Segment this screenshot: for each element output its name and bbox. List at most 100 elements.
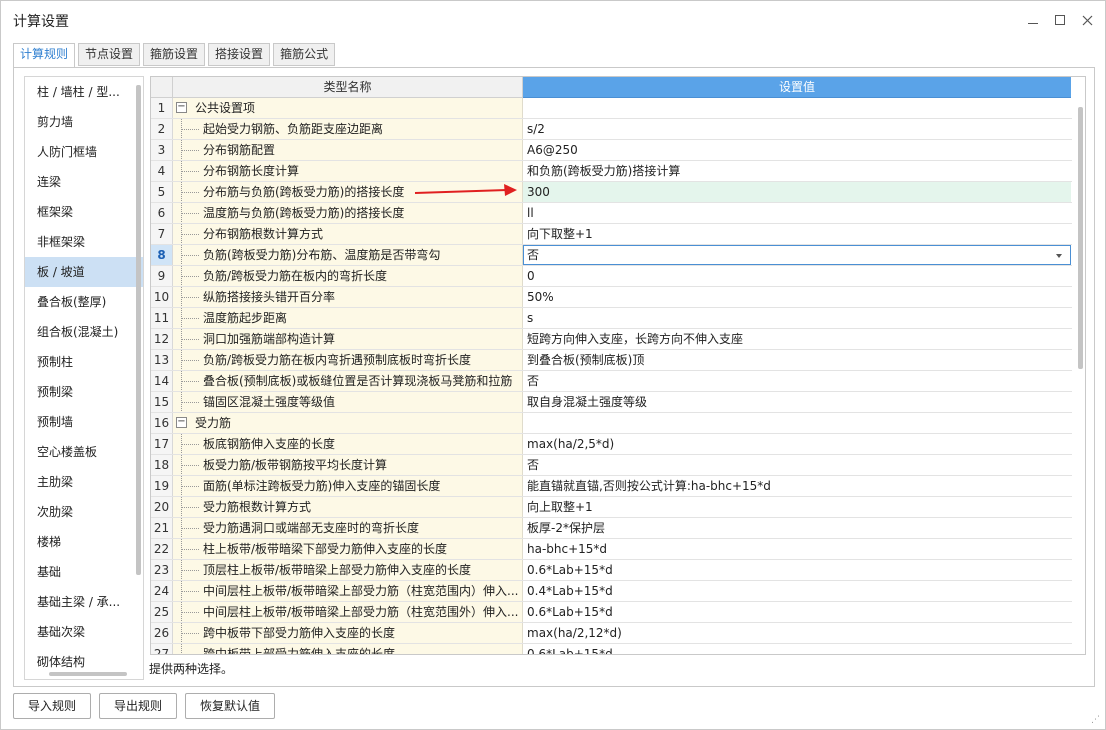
- setting-value-cell[interactable]: 否: [523, 455, 1071, 475]
- table-row[interactable]: 18 板受力筋/板带钢筋按平均长度计算 否: [151, 455, 1072, 476]
- setting-value-cell[interactable]: max(ha/2,12*d): [523, 623, 1071, 643]
- setting-value-cell[interactable]: 0.6*Lab+15*d: [523, 644, 1071, 654]
- sidebar-item[interactable]: 人防门框墙: [25, 137, 143, 167]
- setting-name-text: 跨中板带下部受力筋伸入支座的长度: [203, 626, 396, 640]
- table-row[interactable]: 24 中间层柱上板带/板带暗梁上部受力筋（柱宽范围内）伸入... 0.4*Lab+1…: [151, 581, 1072, 602]
- sidebar-item[interactable]: 空心楼盖板: [25, 437, 143, 467]
- sidebar-item[interactable]: 剪力墙: [25, 107, 143, 137]
- setting-value-cell[interactable]: 0.6*Lab+15*d: [523, 602, 1071, 622]
- import-rules-button[interactable]: 导入规则: [13, 693, 92, 719]
- maximize-button[interactable]: [1050, 10, 1070, 30]
- sidebar-item[interactable]: 基础次梁: [25, 617, 143, 647]
- setting-name-cell: 负筋(跨板受力筋)分布筋、温度筋是否带弯勾: [173, 245, 523, 265]
- sidebar-item[interactable]: 基础主梁 / 承...: [25, 587, 143, 617]
- setting-value-cell[interactable]: 和负筋(跨板受力筋)搭接计算: [523, 161, 1071, 181]
- sidebar-item[interactable]: 基础: [25, 557, 143, 587]
- sidebar-item[interactable]: 叠合板(整厚): [25, 287, 143, 317]
- setting-value-cell[interactable]: 0.4*Lab+15*d: [523, 581, 1071, 601]
- collapse-icon[interactable]: −: [176, 102, 187, 113]
- table-row[interactable]: 16− 受力筋: [151, 413, 1072, 434]
- setting-value-cell[interactable]: 0.6*Lab+15*d: [523, 560, 1071, 580]
- tree-line: [181, 507, 199, 508]
- setting-value-cell[interactable]: [523, 413, 1071, 433]
- collapse-icon[interactable]: −: [176, 417, 187, 428]
- sidebar-item[interactable]: 次肋梁: [25, 497, 143, 527]
- setting-value-cell[interactable]: ha-bhc+15*d: [523, 539, 1071, 559]
- setting-value-cell[interactable]: 板厚-2*保护层: [523, 518, 1071, 538]
- setting-value-cell[interactable]: max(ha/2,5*d): [523, 434, 1071, 454]
- setting-value-dropdown[interactable]: 否: [523, 245, 1071, 265]
- restore-defaults-button[interactable]: 恢复默认值: [185, 693, 276, 719]
- minimize-button[interactable]: [1023, 10, 1043, 30]
- sidebar-item[interactable]: 预制柱: [25, 347, 143, 377]
- sidebar-item[interactable]: 框架梁: [25, 197, 143, 227]
- table-row[interactable]: 25 中间层柱上板带/板带暗梁上部受力筋（柱宽范围外）伸入... 0.6*Lab+1…: [151, 602, 1072, 623]
- setting-name-text: 板受力筋/板带钢筋按平均长度计算: [203, 458, 388, 472]
- setting-value-cell[interactable]: 向下取整+1: [523, 224, 1071, 244]
- sidebar-item[interactable]: 柱 / 墙柱 / 型...: [25, 77, 143, 107]
- table-row[interactable]: 12 洞口加强筋端部构造计算 短跨方向伸入支座，长跨方向不伸入支座: [151, 329, 1072, 350]
- tab-lap-settings[interactable]: 搭接设置: [208, 43, 271, 66]
- close-button[interactable]: [1077, 10, 1097, 30]
- table-row[interactable]: 6 温度筋与负筋(跨板受力筋)的搭接长度 ll: [151, 203, 1072, 224]
- setting-value-cell[interactable]: 50%: [523, 287, 1071, 307]
- table-row[interactable]: 11 温度筋起步距离 s: [151, 308, 1072, 329]
- table-row[interactable]: 5 分布筋与负筋(跨板受力筋)的搭接长度 300: [151, 182, 1072, 203]
- table-row[interactable]: 22 柱上板带/板带暗梁下部受力筋伸入支座的长度 ha-bhc+15*d: [151, 539, 1072, 560]
- table-row[interactable]: 17 板底钢筋伸入支座的长度 max(ha/2,5*d): [151, 434, 1072, 455]
- tab-calc-rules[interactable]: 计算规则: [13, 43, 76, 68]
- setting-value-cell[interactable]: 能直锚就直锚,否则按公式计算:ha-bhc+15*d: [523, 476, 1071, 496]
- setting-value-cell[interactable]: 0: [523, 266, 1071, 286]
- sidebar-item[interactable]: 非框架梁: [25, 227, 143, 257]
- setting-value-cell[interactable]: 到叠合板(预制底板)顶: [523, 350, 1071, 370]
- tab-stirrup-settings[interactable]: 箍筋设置: [143, 43, 206, 66]
- sidebar-horizontal-scrollbar[interactable]: [49, 672, 127, 676]
- table-row[interactable]: 19 面筋(单标注跨板受力筋)伸入支座的锚固长度 能直锚就直锚,否则按公式计算:ha…: [151, 476, 1072, 497]
- chevron-down-icon[interactable]: [1056, 254, 1062, 258]
- sidebar-item[interactable]: 楼梯: [25, 527, 143, 557]
- setting-value-cell[interactable]: ll: [523, 203, 1071, 223]
- table-row[interactable]: 23 顶层柱上板带/板带暗梁上部受力筋伸入支座的长度 0.6*Lab+15*d: [151, 560, 1072, 581]
- setting-value-cell[interactable]: A6@250: [523, 140, 1071, 160]
- row-number: 16: [151, 413, 173, 433]
- sidebar-item[interactable]: 预制墙: [25, 407, 143, 437]
- grid-vertical-scrollbar[interactable]: [1078, 107, 1083, 369]
- export-rules-button[interactable]: 导出规则: [99, 693, 178, 719]
- setting-value-cell[interactable]: s: [523, 308, 1071, 328]
- tab-stirrup-formula[interactable]: 箍筋公式: [273, 43, 336, 66]
- table-row[interactable]: 1− 公共设置项: [151, 98, 1072, 119]
- setting-value-text: 0.4*Lab+15*d: [527, 584, 613, 598]
- tree-line: [181, 591, 199, 592]
- sidebar-vertical-scrollbar[interactable]: [136, 85, 141, 575]
- row-number: 8: [151, 245, 173, 265]
- table-row[interactable]: 14 叠合板(预制底板)或板缝位置是否计算现浇板马凳筋和拉筋否: [151, 371, 1072, 392]
- setting-value-cell[interactable]: 否: [523, 371, 1071, 391]
- setting-value-cell[interactable]: 向上取整+1: [523, 497, 1071, 517]
- sidebar-item[interactable]: 组合板(混凝土): [25, 317, 143, 347]
- table-row[interactable]: 4 分布钢筋长度计算 和负筋(跨板受力筋)搭接计算: [151, 161, 1072, 182]
- table-row[interactable]: 10 纵筋搭接接头错开百分率 50%: [151, 287, 1072, 308]
- row-number: 1: [151, 98, 173, 118]
- table-row[interactable]: 27 跨中板带上部受力筋伸入支座的长度 0.6*Lab+15*d: [151, 644, 1072, 654]
- table-row[interactable]: 15 锚固区混凝土强度等级值 取自身混凝土强度等级: [151, 392, 1072, 413]
- table-row[interactable]: 3 分布钢筋配置 A6@250: [151, 140, 1072, 161]
- table-row[interactable]: 8 负筋(跨板受力筋)分布筋、温度筋是否带弯勾 否: [151, 245, 1072, 266]
- sidebar-item[interactable]: 连梁: [25, 167, 143, 197]
- setting-value-cell[interactable]: 取自身混凝土强度等级: [523, 392, 1071, 412]
- table-row[interactable]: 26 跨中板带下部受力筋伸入支座的长度 max(ha/2,12*d): [151, 623, 1072, 644]
- resize-grip-icon[interactable]: ⋰: [1091, 715, 1101, 725]
- table-row[interactable]: 21 受力筋遇洞口或端部无支座时的弯折长度 板厚-2*保护层: [151, 518, 1072, 539]
- setting-value-cell[interactable]: 300: [523, 182, 1071, 202]
- setting-value-cell[interactable]: 短跨方向伸入支座，长跨方向不伸入支座: [523, 329, 1071, 349]
- sidebar-item[interactable]: 主肋梁: [25, 467, 143, 497]
- table-row[interactable]: 9 负筋/跨板受力筋在板内的弯折长度 0: [151, 266, 1072, 287]
- table-row[interactable]: 7 分布钢筋根数计算方式 向下取整+1: [151, 224, 1072, 245]
- sidebar-item[interactable]: 预制梁: [25, 377, 143, 407]
- table-row[interactable]: 20 受力筋根数计算方式 向上取整+1: [151, 497, 1072, 518]
- setting-value-cell[interactable]: s/2: [523, 119, 1071, 139]
- tab-node-settings[interactable]: 节点设置: [78, 43, 141, 66]
- sidebar-item[interactable]: 板 / 坡道: [25, 257, 143, 287]
- table-row[interactable]: 2 起始受力钢筋、负筋距支座边距离 s/2: [151, 119, 1072, 140]
- table-row[interactable]: 13 负筋/跨板受力筋在板内弯折遇预制底板时弯折长度 到叠合板(预制底板)顶: [151, 350, 1072, 371]
- setting-value-cell[interactable]: [523, 98, 1071, 118]
